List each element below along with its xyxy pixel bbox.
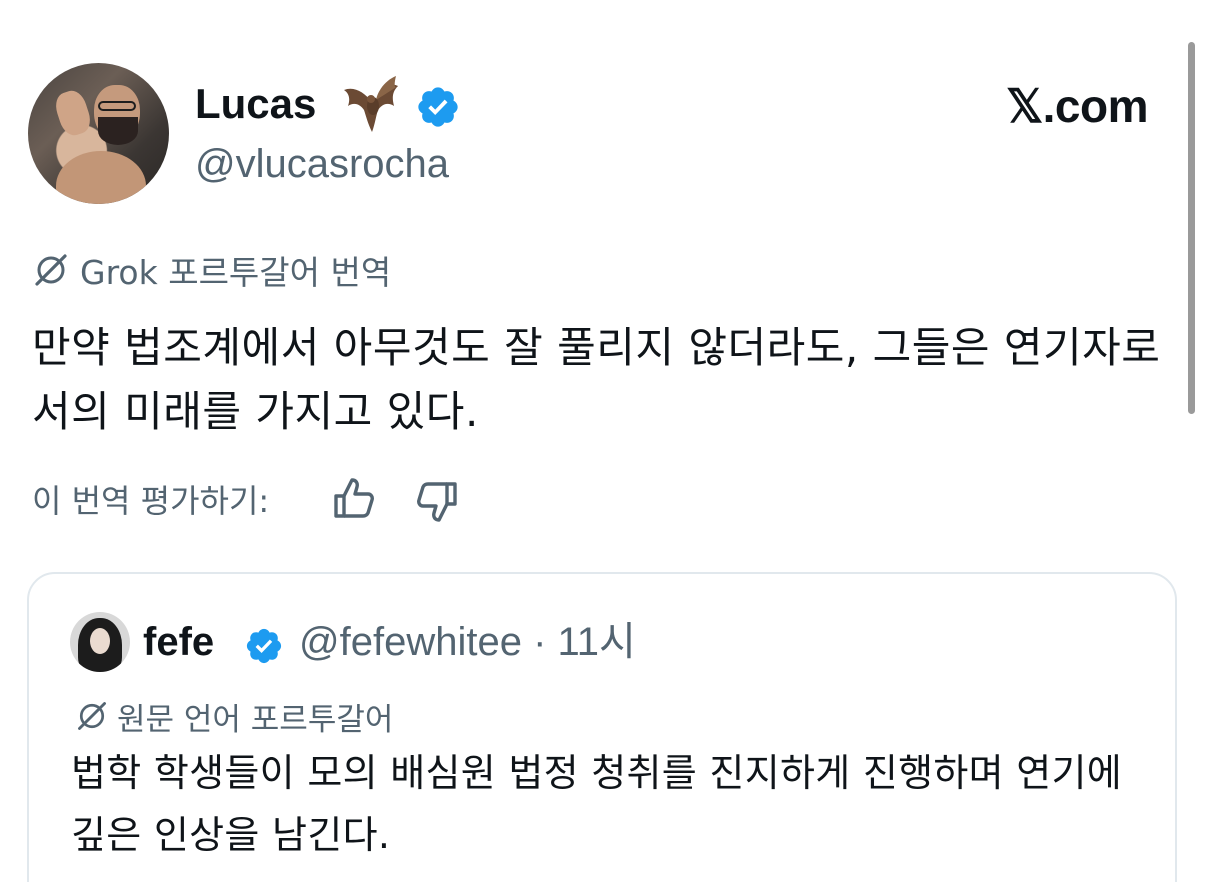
quoted-tweet-card[interactable]: fefe @fefewhitee · 11시 원문 언어 포르투갈어 법학 학생… <box>27 572 1177 882</box>
thumbs-up-icon[interactable] <box>330 474 378 522</box>
translation-label-row: Grok 포르투갈어 번역 <box>32 247 391 293</box>
translation-label[interactable]: Grok 포르투갈어 번역 <box>80 246 391 294</box>
quoted-avatar-face <box>90 628 110 654</box>
quoted-language-label[interactable]: 원문 언어 포르투갈어 <box>117 694 393 739</box>
quoted-language-row: 원문 언어 포르투갈어 <box>75 694 393 738</box>
avatar-beard <box>98 117 138 145</box>
quoted-author-avatar[interactable] <box>70 612 130 672</box>
avatar-glasses <box>98 101 136 111</box>
author-avatar[interactable] <box>28 63 169 204</box>
thumbs-down-icon[interactable] <box>413 478 461 526</box>
tweet-screenshot: Lucas @vlucasrocha 𝕏.com Grok 포르투갈어 번역 만… <box>0 0 1206 882</box>
tweet-text: 만약 법조계에서 아무것도 잘 풀리지 않더라도, 그들은 연기자로서의 미래를… <box>32 323 1161 436</box>
author-name[interactable]: Lucas <box>195 78 316 130</box>
quoted-verified-badge-icon <box>246 628 282 664</box>
quoted-author-name[interactable]: fefe <box>143 618 214 666</box>
quoted-author-handle[interactable]: @fefewhitee <box>299 620 522 664</box>
x-brand-logo: 𝕏.com <box>1006 80 1148 132</box>
rate-translation-label: 이 번역 평가하기: <box>32 482 270 520</box>
grok-icon <box>35 254 67 286</box>
grok-icon <box>78 702 106 730</box>
verified-badge-icon <box>418 87 458 127</box>
scrollbar[interactable] <box>1188 42 1195 414</box>
bat-icon <box>344 76 398 132</box>
author-handle[interactable]: @vlucasrocha <box>195 140 449 188</box>
quoted-handle-time: @fefewhitee · 11시 <box>299 618 636 666</box>
meta-separator: · <box>533 620 547 664</box>
avatar-shoulder <box>56 151 146 204</box>
quoted-timestamp[interactable]: 11시 <box>558 620 636 664</box>
quoted-tweet-text: 법학 학생들이 모의 배심원 법정 청취를 진지하게 진행하며 연기에 깊은 인… <box>71 751 1123 857</box>
avatar-hand <box>51 87 95 139</box>
